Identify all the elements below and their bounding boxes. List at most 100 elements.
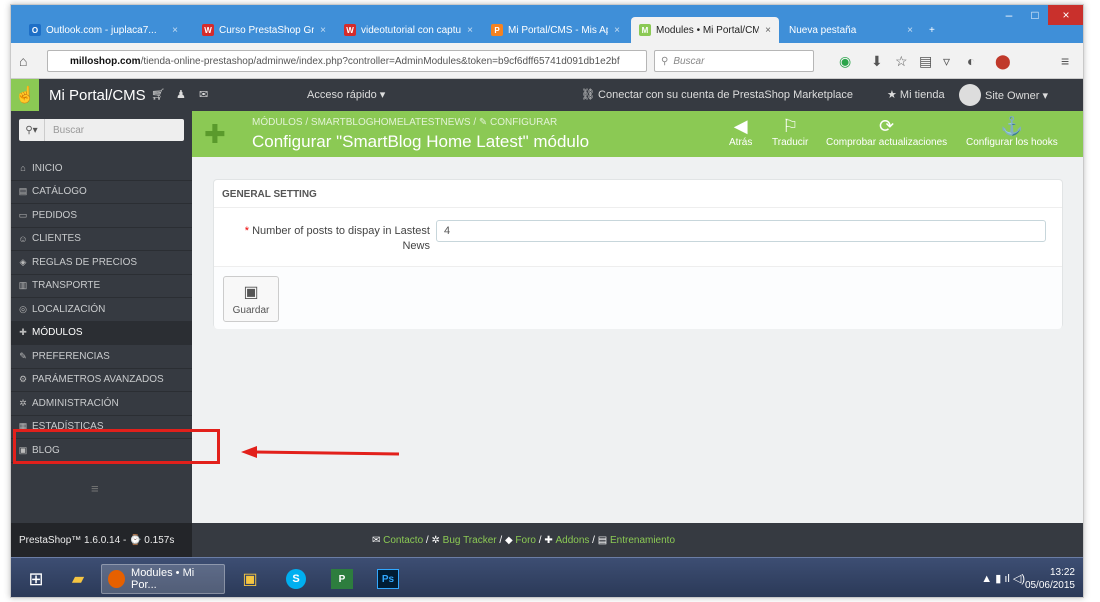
url-bar[interactable]: milloshop.com /tienda-online-prestashop/… (47, 50, 647, 72)
menu-icon: ◈ (19, 256, 27, 267)
sidebar-item-transporte[interactable]: ▥ Transporte (11, 275, 192, 298)
browser-navbar: ⌂ ◀ milloshop.com /tienda-online-prestas… (11, 43, 1083, 79)
sidebar-item-inicio[interactable]: ⌂ Inicio (11, 157, 192, 181)
browser-search-input[interactable]: ⚲ Buscar (654, 50, 814, 72)
collapse-menu-icon[interactable]: ≡ (91, 481, 99, 496)
browser-tab[interactable]: W Curso PrestaShop Gratis... × (194, 17, 334, 43)
sidebar-item-pedidos[interactable]: ▭ Pedidos (11, 204, 192, 228)
panel-heading: General Setting (222, 189, 317, 200)
addons-link[interactable]: Addons (555, 535, 589, 546)
close-tab-icon[interactable]: × (172, 25, 178, 36)
sidebar-item-administración[interactable]: ✲ Administración (11, 392, 192, 416)
download-icon[interactable]: ⬇ (871, 53, 883, 70)
forum-link[interactable]: Foro (515, 535, 536, 546)
settings-panel: General Setting * Number of posts to dis… (213, 179, 1063, 329)
screenshot-frame: O Outlook.com - juplaca7... × W Curso Presta… (10, 4, 1084, 598)
explorer-folder-icon[interactable]: ▰ (61, 564, 95, 594)
sidebar-search-input[interactable]: ⚲▾ Buscar (19, 119, 184, 141)
marketplace-link[interactable]: ⛓ Conectar con su cuenta de PrestaShop M… (581, 88, 853, 101)
sidebar-item-label: Administración (32, 397, 119, 409)
sidebar-item-reglas-de-precios[interactable]: ◈ Reglas de precios (11, 251, 192, 275)
cart-icon[interactable]: 🛒︎ (151, 88, 165, 101)
close-tab-icon[interactable]: × (320, 25, 326, 36)
shop-brand[interactable]: Mi Portal/CMS (49, 87, 146, 104)
sidebar-item-parámetros-avanzados[interactable]: ⚙ Parámetros avanzados (11, 369, 192, 392)
new-tab-button[interactable]: + (921, 17, 943, 43)
mail-icon[interactable]: ✉ (199, 88, 208, 101)
close-window-button[interactable]: × (1048, 5, 1083, 25)
puzzle-icon: ✚ (544, 534, 556, 546)
browser-tab[interactable]: Wvideotutorial con captu... × (336, 17, 481, 43)
skype-icon[interactable]: S (279, 564, 313, 594)
close-tab-icon[interactable]: × (765, 25, 771, 36)
sidebar-item-label: Parámetros avanzados (32, 374, 164, 386)
close-tab-icon[interactable]: × (907, 25, 913, 36)
minimize-button[interactable]: – (996, 5, 1022, 25)
tab-favicon-icon: M (639, 24, 651, 36)
menu-icon[interactable]: ≡ (1061, 53, 1069, 69)
tab-label: Nueva pestaña (789, 24, 857, 36)
my-shop-link[interactable]: ★ Mi tienda (887, 88, 945, 101)
pocket-icon[interactable]: ▿ (943, 53, 950, 70)
menu-icon: ⌂ (20, 163, 26, 174)
back-button[interactable]: ◀ Atrás (729, 115, 752, 148)
firefox-icon (108, 570, 126, 588)
sidebar-item-catálogo[interactable]: ▤ Catálogo (11, 181, 192, 204)
url-path: /tienda-online-prestashop/adminwe/index.… (140, 55, 620, 67)
taskbar-firefox[interactable]: Modules • Mi Por... (101, 564, 225, 594)
check-updates-button[interactable]: ⟳ Comprobar actualizaciones (826, 115, 947, 148)
module-puzzle-icon: ✚ (204, 119, 226, 149)
avatar (959, 84, 981, 106)
prestashop-logo-icon[interactable]: ☝ (11, 79, 39, 111)
training-link[interactable]: Entrenamiento (610, 535, 675, 546)
flag-icon: ⚐ (782, 116, 799, 136)
browser-tab[interactable]: Nueva pestaña × (781, 17, 921, 43)
translate-button[interactable]: ⚐ Traducir (772, 115, 808, 148)
save-button[interactable]: ▣ Guardar (223, 276, 279, 322)
book-icon: ▤ (597, 534, 610, 546)
adblock-icon[interactable]: ⬤ (995, 53, 1011, 70)
contact-link[interactable]: Contacto (383, 535, 423, 546)
maximize-button[interactable]: □ (1022, 5, 1048, 25)
sidebar-item-clientes[interactable]: ☺ Clientes (11, 228, 192, 251)
bookmark-star-icon[interactable]: ☆ (895, 53, 908, 70)
system-tray-icons[interactable]: ▲ ▮ ıl ◁) (981, 572, 1025, 585)
owner-menu[interactable]: Site Owner ▾ (959, 84, 1048, 106)
close-tab-icon[interactable]: × (467, 25, 473, 36)
sidebar-item-preferencias[interactable]: ✎ Preferencias (11, 345, 192, 369)
browser-tab[interactable]: P Mi Portal/CMS - Mis Ap... × (483, 17, 628, 43)
quick-access-menu[interactable]: Acceso rápido ▾ (307, 88, 385, 101)
home-icon[interactable]: ⌂ (19, 53, 27, 69)
close-tab-icon[interactable]: × (614, 25, 620, 36)
tab-label: videotutorial con captu... (361, 24, 462, 36)
sync-icon[interactable]: ◉ (839, 53, 851, 70)
tab-label: Outlook.com - juplaca7... (46, 24, 157, 36)
project-icon[interactable]: P (325, 564, 359, 594)
browser-tabstrip: O Outlook.com - juplaca7... × W Curso Presta… (11, 5, 1083, 45)
sidebar-item-label: Clientes (32, 233, 81, 245)
sidebar-item-localización[interactable]: ◎ Localización (11, 298, 192, 322)
windows-taskbar: ⊞ ▰ Modules • Mi Por... ▣ S P Ps ▲ ▮ ıl … (11, 557, 1083, 597)
taskbar-clock[interactable]: 13:22 05/06/2015 (1025, 566, 1075, 592)
search-dropdown-icon[interactable]: ⚲▾ (19, 119, 45, 141)
menu-icon: ✲ (19, 397, 27, 408)
posts-count-label: * Number of posts to dispay in Lastest N… (244, 225, 430, 252)
bug-tracker-link[interactable]: Bug Tracker (443, 535, 497, 546)
sidebar-item-label: Reglas de precios (32, 256, 138, 268)
user-icon[interactable]: ♟ (176, 88, 186, 101)
configure-hooks-button[interactable]: ⚓ Configurar los hooks (966, 115, 1058, 148)
file-manager-icon[interactable]: ▣ (233, 564, 267, 594)
search-icon: ⚲ (661, 55, 669, 67)
chat-icon[interactable]: ◐ (967, 53, 975, 69)
bookmarks-icon[interactable]: ▤ (919, 53, 932, 70)
windows-start-icon[interactable]: ⊞ (19, 564, 53, 594)
sidebar-item-label: Localización (32, 303, 106, 315)
posts-count-input[interactable]: 4 (436, 220, 1046, 242)
envelope-icon: ✉ (371, 534, 384, 546)
sidebar-item-módulos[interactable]: ✚ Módulos (11, 321, 192, 345)
browser-tab[interactable]: O Outlook.com - juplaca7... × (21, 17, 186, 43)
photoshop-icon[interactable]: Ps (371, 564, 405, 594)
tab-label: Mi Portal/CMS - Mis Ap... (508, 24, 608, 36)
back-circle-icon: ◀ (733, 116, 748, 136)
browser-tab[interactable]: M Modules • Mi Portal/CMS × (631, 17, 779, 43)
